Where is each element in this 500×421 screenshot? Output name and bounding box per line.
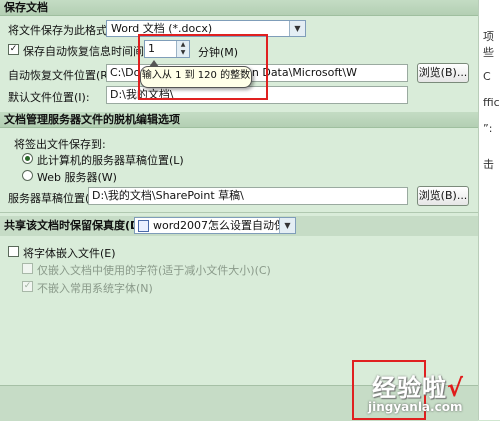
embed-fonts-checkbox[interactable] bbox=[8, 246, 19, 257]
autorecover-location-label: 自动恢复文件位置(R): bbox=[8, 69, 116, 82]
embed-used-chars-checkbox[interactable] bbox=[22, 263, 33, 274]
embed-used-chars-label: 仅嵌入文档中使用的字符(适于减小文件大小)(C) bbox=[37, 264, 271, 277]
server-drafts-label: 此计算机的服务器草稿位置(L) bbox=[37, 154, 184, 167]
server-drafts-radio[interactable] bbox=[22, 153, 33, 164]
check-icon: √ bbox=[447, 374, 465, 402]
highlight-box bbox=[138, 34, 268, 100]
side-text: 击 bbox=[483, 158, 494, 171]
web-server-radio[interactable] bbox=[22, 170, 33, 181]
word-document-icon bbox=[138, 220, 149, 232]
fidelity-label: 共享该文档时保留保真度(D): bbox=[4, 219, 149, 232]
background-document: 项 些 C ffic ”: 击 bbox=[478, 0, 500, 420]
chevron-down-icon[interactable]: ▼ bbox=[279, 218, 295, 233]
watermark-url: jingyanla.com bbox=[368, 400, 463, 414]
embed-fonts-label: 将字体嵌入文件(E) bbox=[23, 247, 116, 260]
side-text: 项 bbox=[483, 30, 494, 43]
default-location-label: 默认文件位置(I): bbox=[8, 91, 90, 104]
side-text: 些 bbox=[483, 46, 494, 59]
no-common-fonts-checkbox[interactable]: ✓ bbox=[22, 281, 33, 292]
drafts-location-field[interactable]: D:\我的文档\SharePoint 草稿\ bbox=[88, 187, 408, 205]
web-server-label: Web 服务器(W) bbox=[37, 171, 117, 184]
chevron-down-icon[interactable]: ▼ bbox=[289, 21, 305, 36]
browse-autorecover-button[interactable]: 浏览(B)... bbox=[417, 63, 469, 83]
checkout-label: 将签出文件保存到: bbox=[14, 138, 106, 151]
divider bbox=[0, 212, 478, 213]
fidelity-document-value: word2007怎么设置自动保存时间 bbox=[153, 219, 295, 232]
watermark-text: 经验啦 bbox=[372, 374, 447, 402]
watermark-logo: 经验啦√ bbox=[372, 368, 464, 403]
fidelity-document-combo[interactable]: word2007怎么设置自动保存时间 ▼ bbox=[134, 217, 296, 234]
browse-drafts-button[interactable]: 浏览(B)... bbox=[417, 186, 469, 206]
server-section-header: 文档管理服务器文件的脱机编辑选项 bbox=[0, 112, 478, 128]
side-text: ”: bbox=[483, 122, 493, 135]
save-section-header: 保存文档 bbox=[0, 0, 478, 16]
autorecover-checkbox[interactable]: ✓ bbox=[8, 44, 19, 55]
no-common-fonts-label: 不嵌入常用系统字体(N) bbox=[37, 282, 153, 295]
word-options-dialog: 保存文档 将文件保存为此格式(F): Word 文档 (*.docx) ▼ ✓ … bbox=[0, 0, 478, 421]
side-text: C bbox=[483, 70, 491, 83]
side-text: ffic bbox=[483, 96, 500, 109]
